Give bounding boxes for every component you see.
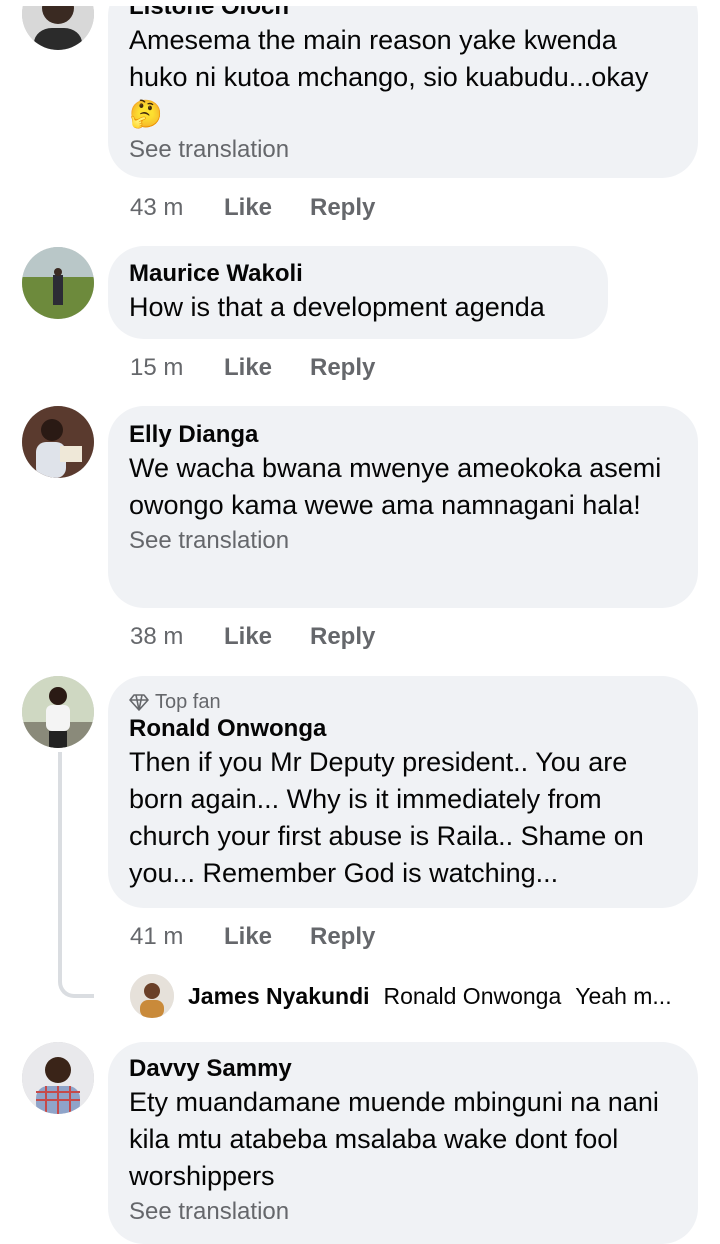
- avatar[interactable]: [22, 1042, 94, 1114]
- avatar[interactable]: [22, 406, 94, 478]
- reply-preview[interactable]: James Nyakundi Ronald Onwonga Yeah m...: [130, 974, 672, 1018]
- avatar[interactable]: [22, 0, 94, 50]
- comment-bubble: Davvy Sammy Ety muandamane muende mbingu…: [108, 1042, 698, 1244]
- comment-text: Then if you Mr Deputy president.. You ar…: [129, 747, 644, 888]
- like-button[interactable]: Like: [224, 353, 310, 383]
- reply-mention[interactable]: Ronald Onwonga: [384, 981, 562, 1011]
- like-button[interactable]: Like: [224, 922, 310, 952]
- top-fan-badge: Top fan: [129, 690, 676, 714]
- avatar[interactable]: [22, 247, 94, 319]
- comment-actions: 38 m Like Reply: [130, 622, 375, 652]
- comment-author[interactable]: Davvy Sammy: [129, 1054, 676, 1084]
- comment-bubble: Top fan Ronald Onwonga Then if you Mr De…: [108, 676, 698, 908]
- like-button[interactable]: Like: [224, 193, 310, 223]
- comment-actions: 15 m Like Reply: [130, 353, 375, 383]
- top-fan-label: Top fan: [155, 691, 221, 713]
- like-button[interactable]: Like: [224, 622, 310, 652]
- comment-actions: 41 m Like Reply: [130, 922, 375, 952]
- comment-author[interactable]: Maurice Wakoli: [129, 259, 586, 289]
- comment-bubble: Maurice Wakoli How is that a development…: [108, 246, 608, 339]
- reply-button[interactable]: Reply: [310, 193, 375, 223]
- see-translation-link[interactable]: See translation: [129, 135, 676, 165]
- diamond-icon: [129, 694, 149, 711]
- comment-text: How is that a development agenda: [129, 292, 545, 322]
- comment-text: Amesema the main reason yake kwenda huko…: [129, 25, 649, 129]
- see-translation-link[interactable]: See translation: [129, 1197, 676, 1227]
- comment-time: 41 m: [130, 923, 184, 950]
- comment-actions: 43 m Like Reply: [130, 193, 375, 223]
- top-edge: [0, 0, 720, 6]
- comment-time: 38 m: [130, 623, 184, 650]
- comment-bubble: Listone Oloch Amesema the main reason ya…: [108, 0, 698, 178]
- reply-button[interactable]: Reply: [310, 622, 375, 652]
- thread-connector: [58, 752, 94, 998]
- comment-author[interactable]: Ronald Onwonga: [129, 714, 676, 744]
- avatar[interactable]: [22, 676, 94, 748]
- comment-bubble: Elly Dianga We wacha bwana mwenye ameoko…: [108, 406, 698, 608]
- comment-time: 43 m: [130, 194, 184, 221]
- avatar[interactable]: [130, 974, 174, 1018]
- comment-time: 15 m: [130, 354, 184, 381]
- see-translation-link[interactable]: See translation: [129, 526, 676, 556]
- comment-text: Ety muandamane muende mbinguni na nani k…: [129, 1087, 659, 1191]
- comment-author[interactable]: Elly Dianga: [129, 420, 676, 450]
- reply-snippet: Yeah m...: [575, 983, 672, 1009]
- comment-text: We wacha bwana mwenye ameokoka asemi owo…: [129, 453, 662, 520]
- reply-button[interactable]: Reply: [310, 922, 375, 952]
- reply-button[interactable]: Reply: [310, 353, 375, 383]
- reply-author[interactable]: James Nyakundi: [188, 981, 370, 1011]
